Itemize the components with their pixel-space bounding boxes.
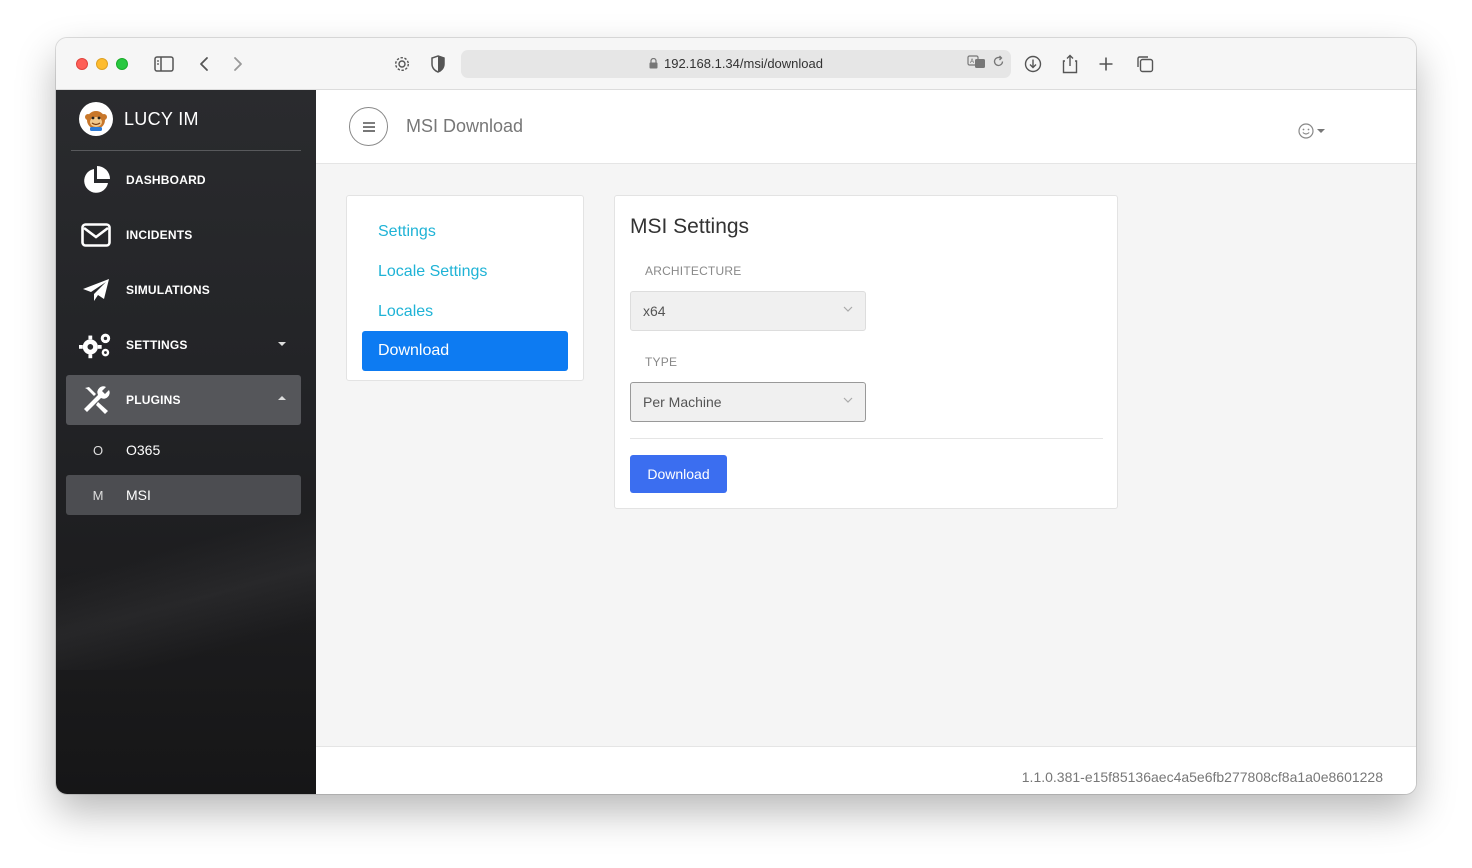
minimize-window-button[interactable] xyxy=(96,58,108,70)
sidebar-subitem-label: MSI xyxy=(126,487,151,503)
settings-nav-card: Settings Locale Settings Locales Downloa… xyxy=(346,195,584,381)
downloads-icon[interactable] xyxy=(1021,52,1045,76)
url-text: 192.168.1.34/msi/download xyxy=(663,56,823,71)
locale-settings-link[interactable]: Locale Settings xyxy=(378,263,487,281)
menu-toggle-button[interactable] xyxy=(349,107,388,146)
architecture-select[interactable]: x64 xyxy=(630,291,866,331)
new-tab-icon[interactable] xyxy=(1094,52,1118,76)
sidebar-item-label: SETTINGS xyxy=(126,338,188,352)
page-title: MSI Download xyxy=(406,116,524,136)
architecture-label: ARCHITECTURE xyxy=(645,264,742,278)
paper-plane-icon xyxy=(79,278,113,302)
sidebar-item-plugins[interactable]: PLUGINS xyxy=(66,375,301,425)
sidebar-item-label: INCIDENTS xyxy=(126,228,193,242)
svg-text:A: A xyxy=(970,58,975,65)
brand[interactable]: LUCY IM xyxy=(79,102,199,136)
download-link[interactable]: Download xyxy=(362,331,568,371)
type-value: Per Machine xyxy=(643,394,722,410)
browser-toolbar: 192.168.1.34/msi/download A xyxy=(56,38,1416,90)
card-title: MSI Settings xyxy=(630,215,750,238)
user-menu[interactable] xyxy=(1298,123,1325,139)
back-icon[interactable] xyxy=(192,52,216,76)
lock-icon xyxy=(649,51,659,79)
sidebar-subitem-mini: M xyxy=(92,487,104,503)
divider xyxy=(630,438,1103,439)
type-select[interactable]: Per Machine xyxy=(630,382,866,422)
browser-window: 192.168.1.34/msi/download A LUCY IM DASH… xyxy=(56,38,1416,794)
translate-icon[interactable]: A xyxy=(967,54,987,74)
tools-icon xyxy=(79,385,113,415)
shield-icon[interactable] xyxy=(426,52,450,76)
main-content: MSI Download Settings Locale Settings Lo… xyxy=(316,90,1416,794)
type-label: TYPE xyxy=(645,355,678,369)
sidebar-item-simulations[interactable]: SIMULATIONS xyxy=(66,265,301,315)
sidebar-item-dashboard[interactable]: DASHBOARD xyxy=(66,155,301,205)
monkey-logo-icon xyxy=(79,102,113,136)
version-text: 1.1.0.381-e15f85136aec4a5e6fb277808cf8a1… xyxy=(1021,769,1383,785)
close-window-button[interactable] xyxy=(76,58,88,70)
forward-icon[interactable] xyxy=(226,52,250,76)
sidebar-toggle-icon[interactable] xyxy=(152,52,176,76)
sidebar-item-settings[interactable]: SETTINGS xyxy=(66,320,301,370)
sidebar-subitem-mini: O xyxy=(92,442,104,458)
sidebar-item-label: DASHBOARD xyxy=(126,173,206,187)
gear-icon[interactable] xyxy=(390,52,414,76)
address-bar[interactable]: 192.168.1.34/msi/download A xyxy=(461,50,1011,78)
sidebar-item-incidents[interactable]: INCIDENTS xyxy=(66,210,301,260)
msi-settings-card: MSI Settings ARCHITECTURE x64 TYPE Per M… xyxy=(614,195,1118,509)
sidebar-item-label: PLUGINS xyxy=(126,393,181,407)
tab-overview-icon[interactable] xyxy=(1133,52,1157,76)
gears-icon xyxy=(79,330,113,360)
architecture-value: x64 xyxy=(643,303,666,319)
footer: 1.1.0.381-e15f85136aec4a5e6fb277808cf8a1… xyxy=(316,746,1416,794)
settings-link[interactable]: Settings xyxy=(378,223,436,241)
zoom-window-button[interactable] xyxy=(116,58,128,70)
download-button[interactable]: Download xyxy=(630,455,727,493)
chevron-down-icon xyxy=(843,306,853,312)
reload-icon[interactable] xyxy=(992,55,1005,73)
top-navbar: MSI Download xyxy=(316,90,1416,164)
smiley-icon xyxy=(1298,123,1314,139)
envelope-icon xyxy=(79,223,113,247)
sidebar-subitem-label: O365 xyxy=(126,442,161,458)
pie-chart-icon xyxy=(79,165,113,195)
caret-down-icon xyxy=(278,342,286,346)
locales-link[interactable]: Locales xyxy=(378,303,433,321)
caret-down-icon xyxy=(1317,129,1325,133)
share-icon[interactable] xyxy=(1058,52,1082,76)
sidebar-item-label: SIMULATIONS xyxy=(126,283,210,297)
chevron-down-icon xyxy=(843,397,853,403)
brand-name: LUCY IM xyxy=(124,108,199,129)
divider xyxy=(71,150,301,151)
sidebar: LUCY IM DASHBOARD INCIDENTS SIMULATIONS xyxy=(56,90,316,794)
hamburger-icon xyxy=(362,121,375,132)
caret-up-icon xyxy=(278,396,286,400)
sidebar-subitem-o365[interactable]: O O365 xyxy=(66,430,301,470)
sidebar-subitem-msi[interactable]: M MSI xyxy=(66,475,301,515)
